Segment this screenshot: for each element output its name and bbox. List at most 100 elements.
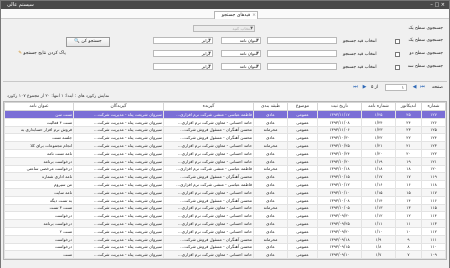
column-header[interactable]: تاریخ ثبت (317, 102, 362, 111)
table-cell: عمومی (287, 219, 318, 228)
table-cell: ۱۳۹۳/۱۰/۲۵ (317, 141, 362, 150)
table-row[interactable]: ۱۲۶ ۲۴ ۱/۲۴ ۱۳۹۳/۱۱/۰۸ عمومی عادی حامد احسانی … (4, 117, 446, 127)
table-cell: سیروان شریعت پناه - مدیریت شرکت... (73, 164, 164, 174)
table-cell: ۱/۱۳ (361, 203, 396, 213)
table-cell: ۱۳۹۳/۱۰/۲۴ (317, 148, 362, 158)
prev-page-icon[interactable]: ◀ (411, 84, 418, 91)
column-header[interactable]: شماره نامه (361, 102, 396, 111)
column-header[interactable]: عنوان نامه (4, 102, 74, 111)
table-row[interactable]: ۱۲۰ ۱۸ ۱/۱۸ ۱۳۹۳/۱۰/۱۸ عمومی محرمانه فاطمه عبا… (4, 164, 446, 174)
table-cell: ۱/۹ (361, 234, 396, 244)
table-row[interactable]: ۱۲۱ ۱۹ ۱/۱۹ ۱۳۹۳/۱۰/۲۰ عمومی عادی حامد احسانی … (4, 156, 446, 166)
level3-value-input[interactable] (267, 63, 337, 70)
column-header[interactable]: گیرندگان (73, 102, 164, 111)
table-row[interactable]: ۱۱۲ ۱۰ ۱/۱۰ ۱۳۹۳/۰۹/۲۰ عمومی عادی حامد احسانی … (4, 226, 446, 236)
chevron-down-icon: ▼ (256, 64, 259, 68)
level1-row-label: جستجوی سطح یک (408, 38, 443, 43)
column-header[interactable]: موضوع (287, 102, 318, 111)
table-cell: ۱۸ (395, 164, 422, 174)
table-cell: ۷ (395, 250, 422, 259)
table-cell: ۱۲۳ (421, 141, 446, 150)
window-controls[interactable]: – □ × (430, 1, 445, 9)
level2-checkbox[interactable] (395, 52, 400, 57)
next-page-icon[interactable]: ▶ (361, 84, 368, 91)
table-row[interactable]: ۱۲۲ ۲۰ ۱/۲۰ ۱۳۹۳/۱۰/۲۴ عمومی عادی حامد احسانی … (4, 148, 446, 158)
table-row[interactable]: ۱۱۹ ۱۷ ۱/۱۷ ۱۳۹۳/۱۰/۱۵ عمومی عادی محسن آهنگران… (4, 172, 446, 182)
table-cell: حامد احسانی - معاون شرکت نرم افزاری... (163, 156, 254, 166)
level3-operator-select[interactable]: ▼ برابر (153, 63, 213, 70)
table-cell: حامد احسانی - معاون شرکت نرم افزاری... (163, 141, 254, 150)
table-row[interactable]: ۱۲۴ ۲۲ ۱/۲۲ ۱۳۹۳/۱۰/۳۰ عمومی عادی محسن آهنگران… (4, 133, 446, 143)
table-cell: ۱/۱۴ (361, 195, 396, 205)
column-header[interactable]: اندیکاتور (395, 102, 422, 111)
first-page-icon[interactable]: ⏮ (419, 84, 426, 91)
table-cell: ۱۳۹۳/۱۱/۰۶ (317, 125, 362, 135)
table-cell: عادی (253, 219, 288, 228)
table-cell: ۱۳۹۳/۱۱/۰۸ (317, 117, 362, 127)
level1-operator-select[interactable]: ▼ برابر (153, 37, 213, 44)
table-cell: فروش نرم افزار حسابداری به (4, 125, 74, 135)
table-cell: درخواست مرخصی ساعتی (4, 164, 74, 174)
table-cell: ۱۱۸ (421, 180, 446, 189)
level1-checkbox[interactable] (395, 39, 400, 44)
table-cell: ۱۳۹۳/۱۰/۱۲ (317, 180, 362, 189)
table-cell: نامه اداری شماره (4, 172, 74, 182)
table-cell: حامد احسانی - معاون شرکت نرم افزاری... (163, 226, 254, 236)
column-header[interactable]: شماره (421, 102, 446, 111)
table-row[interactable]: ۱۱۳ ۱۱ ۱/۱۱ ۱۳۹۳/۰۹/۲۵ عمومی عادی حامد احسانی … (4, 219, 446, 228)
results-grid[interactable]: شماره اندیکاتور شماره نامه تاریخ ثبت موضوع طب… (3, 101, 447, 260)
table-row[interactable]: ۱۱۴ ۱۲ ۱/۱۲ ۱۳۹۳/۰۹/۳۰ عمومی عادی حامد احسانی … (4, 211, 446, 221)
table-row[interactable]: ۱۱۵ ۱۳ ۱/۱۳ ۱۳۹۳/۱۰/۰۵ عمومی محرمانه حامد احسا… (4, 203, 446, 213)
table-cell: عادی (253, 195, 288, 205)
org-select[interactable]: ▼ انتخاب کنید (193, 25, 255, 32)
table-cell: عادی (253, 172, 288, 182)
table-row[interactable]: ۱۲۵ ۲۳ ۱/۲۳ ۱۳۹۳/۱۱/۰۶ عمومی محرمانه محسن آهنگ… (4, 125, 446, 135)
title-bar: سیستم عالی – □ × (1, 1, 449, 9)
chevron-down-icon: ▼ (208, 51, 211, 55)
level2-operator-select[interactable]: ▼ برابر (153, 50, 213, 57)
level1-value-input[interactable] (267, 37, 337, 44)
table-row[interactable]: ۱۲۷ ۲۵ ۱/۲۵ ۱۳۹۳/۱۱/۱۷ عمومی عادی فاطمه عباسی … (4, 110, 446, 119)
level1-field-select[interactable]: ▼ عنوان نامه (221, 37, 261, 44)
table-cell: ۱۳ (395, 203, 422, 213)
column-header[interactable]: گیرنده (163, 102, 254, 111)
close-icon[interactable]: × (252, 12, 256, 19)
table-cell: حامد احسانی - معاون شرکت نرم افزاری... (163, 219, 254, 228)
tab-search-filters[interactable]: × قیدهای جستجو (214, 11, 258, 19)
table-cell: عمومی (287, 242, 318, 252)
table-cell: محرمانه (253, 234, 288, 244)
last-page-icon[interactable]: ⏭ (352, 84, 359, 91)
table-cell: ۱۱۷ (421, 187, 446, 197)
table-cell: انجام مجموعات برای کلا (4, 141, 74, 150)
table-row[interactable]: ۱۰۹ ۷ ۱/۷ ۱۳۹۳/۰۹/۱۰ عمومی عادی حامد احسانی - … (4, 250, 446, 259)
level3-field-select[interactable]: ▼ عنوان نامه (221, 63, 261, 70)
table-cell: ۱۱۴ (421, 211, 446, 221)
level2-value-input[interactable] (267, 50, 337, 57)
table-cell: محسن آهنگران - مسئول فروش شرکت... (163, 195, 254, 205)
table-cell: ۲۱ (395, 141, 422, 150)
table-cell: ۱۲۴ (421, 133, 446, 143)
table-cell: محسن آهنگران - مسئول فروش شرکت... (163, 133, 254, 143)
search-button[interactable]: 🔍 جستجو کن (66, 37, 110, 47)
table-cell: ۱۳۹۳/۰۹/۲۰ (317, 226, 362, 236)
table-cell: عمومی (287, 187, 318, 197)
clear-results-button[interactable]: ✎ پاک کردن نتایج جستجو (13, 50, 71, 60)
table-cell: ۱۶ (395, 180, 422, 189)
table-row[interactable]: ۱۱۶ ۱۴ ۱/۱۴ ۱۳۹۳/۱۰/۰۸ عمومی عادی محسن آهنگران… (4, 195, 446, 205)
level3-checkbox[interactable] (395, 65, 400, 70)
table-row[interactable]: ۱۲۳ ۲۱ ۱/۲۱ ۱۳۹۳/۱۰/۲۵ عمومی محرمانه حامد احسا… (4, 141, 446, 150)
table-row[interactable]: ۱۱۸ ۱۶ ۱/۱۶ ۱۳۹۳/۱۰/۱۲ عمومی عادی فاطمه عباسی … (4, 180, 446, 189)
table-row[interactable]: ۱۱۱ ۹ ۱/۹ ۱۳۹۳/۰۹/۱۸ عمومی محرمانه محسن آهنگرا… (4, 234, 446, 244)
table-cell: عمومی (287, 148, 318, 158)
page-number-input[interactable]: ۱ (385, 84, 407, 91)
table-row[interactable]: ۱۱۷ ۱۵ ۱/۱۵ ۱۳۹۳/۱۰/۱۰ عمومی عادی حامد احسانی … (4, 187, 446, 197)
table-cell: عادی (253, 242, 288, 252)
table-row[interactable]: ۱۱۰ ۸ ۱/۸ ۱۳۹۳/۰۹/۱۵ عمومی عادی محسن آهنگران -… (4, 242, 446, 252)
table-cell: ۱۳۹۳/۰۹/۳۰ (317, 211, 362, 221)
column-header[interactable]: طبقه بندی (253, 102, 288, 111)
level2-field-select[interactable]: ▼ عنوان نامه (221, 50, 261, 57)
table-cell: ۱۳۹۳/۰۹/۱۰ (317, 250, 362, 259)
table-cell: عمومی (287, 180, 318, 189)
table-cell: ۱۲۵ (421, 125, 446, 135)
table-cell: نامه سایت (4, 187, 74, 197)
